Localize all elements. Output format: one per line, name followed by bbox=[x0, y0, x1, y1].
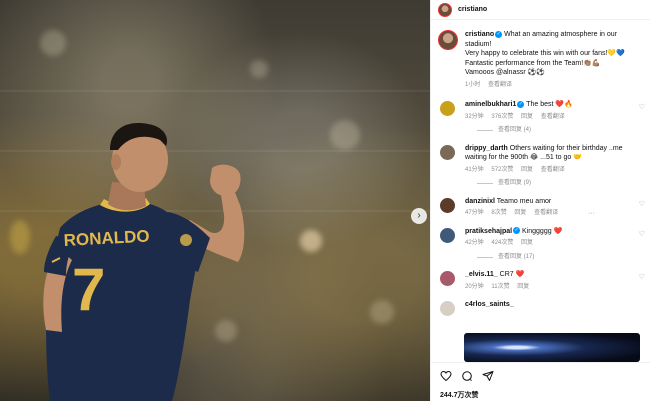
comment-username[interactable]: _elvis.11_ bbox=[465, 271, 498, 278]
heart-icon[interactable]: ♡ bbox=[639, 230, 645, 240]
comment-time: 20分钟 bbox=[465, 283, 484, 290]
view-replies-button[interactable]: 查看回复 (9) bbox=[477, 179, 645, 189]
comment-meta: 47分钟 8次赞 回复 查看翻译 bbox=[465, 209, 645, 219]
comment-text: CR7 ❤️ bbox=[499, 271, 525, 278]
reply-button[interactable]: 回复 bbox=[521, 240, 533, 246]
post-photo[interactable]: RONALDO 7 › bbox=[0, 0, 430, 401]
verified-icon: ✓ bbox=[513, 227, 521, 235]
heart-icon[interactable] bbox=[440, 369, 452, 382]
comment-username[interactable]: danzinixl bbox=[465, 198, 495, 205]
reply-button[interactable]: 回复 bbox=[517, 284, 529, 290]
comment-time: 42分钟 bbox=[465, 240, 484, 246]
see-translation-link[interactable]: 查看翻译 bbox=[541, 114, 565, 120]
share-icon[interactable] bbox=[482, 369, 494, 381]
comment-text: The best ❤️🔥 bbox=[526, 101, 573, 108]
player-figure: RONALDO 7 bbox=[43, 123, 245, 401]
reply-button[interactable]: 回复 bbox=[514, 210, 526, 216]
reply-button[interactable]: 回复 bbox=[521, 167, 533, 173]
comment-meta: 42分钟 424次赞 回复 bbox=[465, 239, 645, 249]
comment-text: Kinggggg ❤️ bbox=[522, 227, 563, 235]
caption-meta: 1小时 查看翻译 bbox=[465, 81, 645, 91]
comment: danzinixl Teamo meu amor 47分钟 8次赞 回复 查看翻… bbox=[431, 197, 650, 219]
heart-icon[interactable]: ♡ bbox=[639, 103, 645, 113]
heart-icon[interactable]: ♡ bbox=[639, 273, 645, 283]
avatar[interactable] bbox=[440, 197, 455, 213]
see-translation-link[interactable]: 查看翻译 bbox=[488, 82, 512, 88]
comment-likes[interactable]: 572次赞 bbox=[491, 167, 513, 173]
reply-button[interactable]: 回复 bbox=[521, 114, 533, 120]
comment: pratiksehajpal ✓ Kinggggg ❤️ 42分钟 424次赞 回… bbox=[431, 227, 650, 263]
verified-icon: ✓ bbox=[517, 100, 525, 108]
comment-time: 32分钟 bbox=[465, 113, 484, 120]
likes-count[interactable]: 244.7万次赞 bbox=[440, 390, 479, 400]
comments-section[interactable]: cristiano ✓ What an amazing atmosphere in… bbox=[431, 22, 650, 362]
see-translation-link[interactable]: 查看翻译 bbox=[541, 167, 565, 173]
comment: _elvis.11_ CR7 ❤️ 20分钟 11次赞 回复 ♡ bbox=[431, 270, 650, 292]
comment: drippy_darth Others waiting for their bi… bbox=[431, 144, 650, 189]
comment-likes[interactable]: 424次赞 bbox=[491, 240, 513, 246]
avatar[interactable] bbox=[440, 301, 455, 316]
avatar[interactable] bbox=[440, 144, 455, 160]
comment-likes[interactable]: 8次赞 bbox=[491, 210, 506, 216]
comment-meta: 32分钟 376次赞 回复 查看翻译 bbox=[465, 113, 645, 123]
chevron-right-icon[interactable]: › bbox=[411, 208, 427, 224]
avatar[interactable] bbox=[438, 30, 458, 50]
avatar[interactable] bbox=[440, 101, 455, 116]
caption-text: Vamooos @alnassr ⚽⚽ bbox=[465, 69, 546, 76]
more-icon[interactable]: ··· bbox=[588, 209, 595, 219]
verified-icon: ✓ bbox=[495, 30, 503, 38]
comment-time: 41分钟 bbox=[465, 166, 484, 173]
comment: c4rlos_saints_ bbox=[431, 300, 650, 316]
heart-icon[interactable]: ♡ bbox=[639, 200, 645, 210]
post-time: 1小时 bbox=[465, 81, 481, 88]
comment-likes[interactable]: 11次赞 bbox=[491, 284, 509, 290]
comment-username[interactable]: aminelbukhari1 bbox=[465, 101, 516, 108]
header-username[interactable]: cristiano bbox=[458, 6, 487, 13]
comment: aminelbukhari1 ✓ The best ❤️🔥 32分钟 376次赞 … bbox=[431, 100, 650, 136]
comment-time: 47分钟 bbox=[465, 210, 484, 216]
caption-username[interactable]: cristiano bbox=[465, 31, 494, 38]
comment-text: Teamo meu amor bbox=[496, 197, 552, 205]
comment-username[interactable]: drippy_darth bbox=[465, 145, 508, 152]
avatar[interactable] bbox=[440, 271, 455, 286]
post-actions: 244.7万次赞 bbox=[431, 362, 650, 401]
comment-username[interactable]: c4rlos_saints_ bbox=[465, 301, 514, 308]
avatar[interactable] bbox=[438, 2, 452, 17]
caption-text: Very happy to celebrate this win with ou… bbox=[465, 50, 625, 57]
comment-meta: 41分钟 572次赞 回复 查看翻译 bbox=[465, 166, 645, 176]
post-header: cristiano bbox=[431, 0, 650, 20]
comment-icon[interactable] bbox=[461, 369, 473, 382]
jersey-number: 7 bbox=[72, 256, 105, 323]
avatar[interactable] bbox=[440, 227, 455, 243]
comment-meta: 20分钟 11次赞 回复 bbox=[465, 283, 645, 293]
view-replies-button[interactable]: 查看回复 (17) bbox=[477, 253, 645, 263]
comment-username[interactable]: pratiksehajpal bbox=[465, 228, 512, 235]
view-replies-button[interactable]: 查看回复 (4) bbox=[477, 126, 645, 136]
caption-text: Fantastic performance from the Team!👏🏽💪🏽 bbox=[465, 59, 601, 67]
post-caption: cristiano ✓ What an amazing atmosphere in… bbox=[431, 22, 650, 90]
comment-likes[interactable]: 376次赞 bbox=[491, 114, 513, 120]
comment-image[interactable] bbox=[464, 333, 640, 362]
see-translation-link[interactable]: 查看翻译 bbox=[534, 210, 558, 216]
